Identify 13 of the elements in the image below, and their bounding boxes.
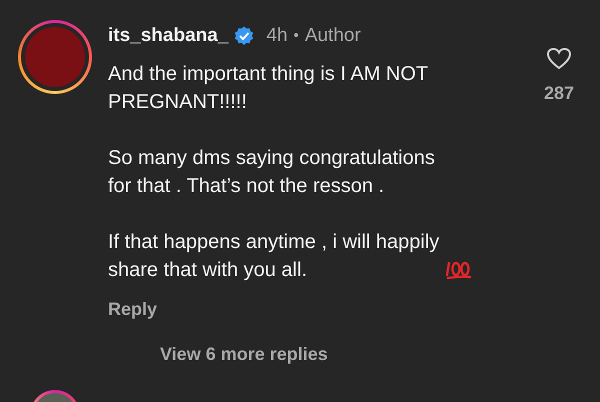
- comment-text: If that happens anytime , i will happily share that with you all.: [108, 230, 440, 283]
- username[interactable]: its_shabana_: [108, 22, 228, 50]
- like-count: 287: [544, 82, 574, 105]
- author-label: Author: [304, 24, 361, 48]
- reply-button[interactable]: Reply: [108, 296, 158, 323]
- heart-icon: [547, 48, 571, 70]
- separator-dot: •: [294, 26, 299, 46]
- timestamp: 4h: [266, 24, 288, 48]
- comment-text: And the important thing is I AM NOT PREGNANT!!!!!: [108, 62, 429, 115]
- view-replies-link[interactable]: View 6 more replies: [160, 341, 328, 368]
- comment-text: So many dms saying congratulations for that . That’s not the resson .: [108, 146, 436, 199]
- hundred-points-icon: [446, 259, 472, 281]
- like-button[interactable]: [547, 48, 571, 70]
